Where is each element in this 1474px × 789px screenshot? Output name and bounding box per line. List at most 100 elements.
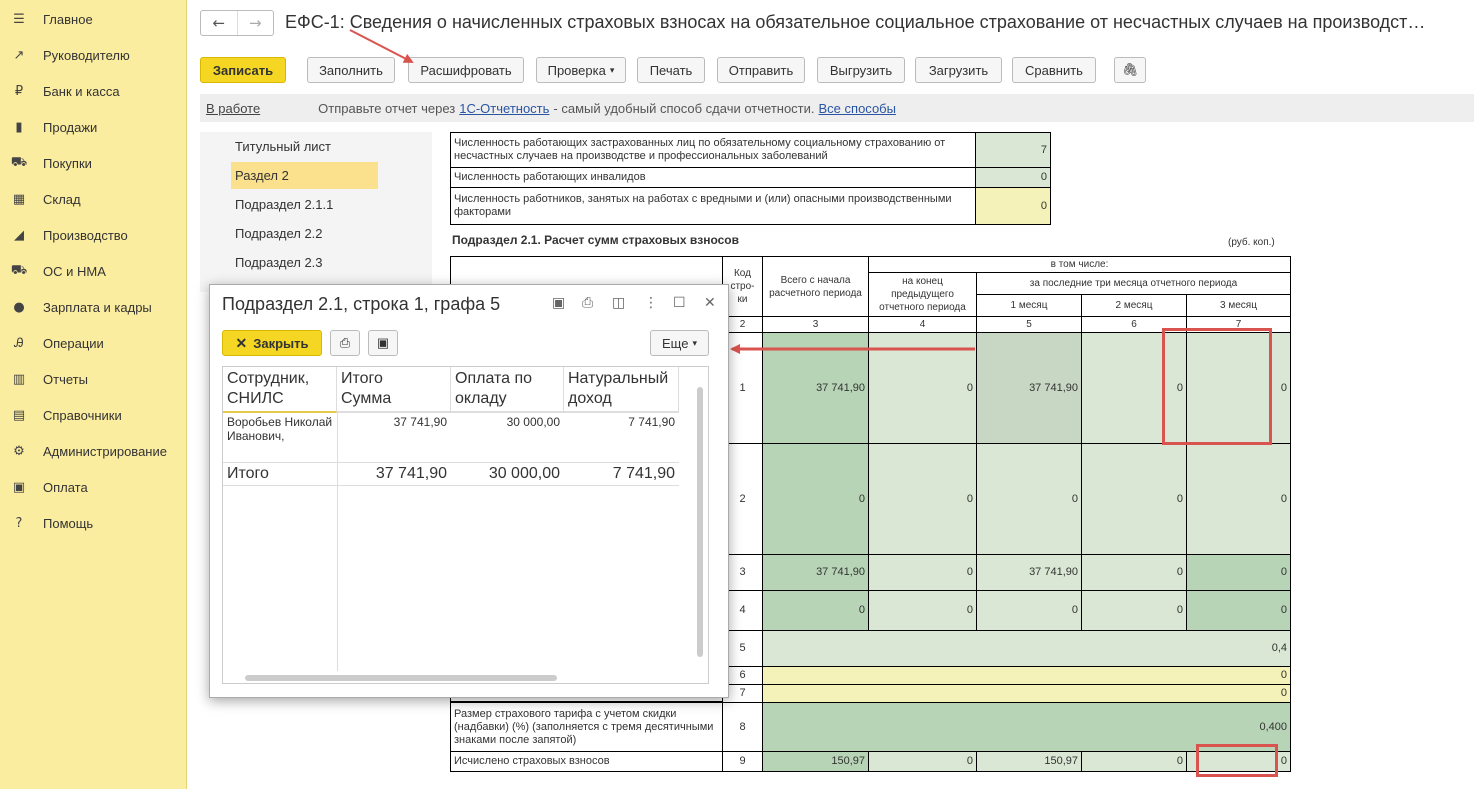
sidebar-item-14[interactable]: ? Помощь — [0, 508, 187, 538]
sidebar-item-1[interactable]: ↗ Руководителю — [0, 40, 187, 70]
row-harmful-value[interactable]: 0 — [975, 187, 1051, 225]
close-button[interactable]: ✕ Закрыть — [222, 330, 322, 356]
row9-prev[interactable]: 0 — [868, 751, 977, 772]
maximize-icon[interactable]: ☐ — [673, 295, 686, 311]
section-item-4[interactable]: Подраздел 2.3 — [231, 249, 378, 276]
grid-cell-salary[interactable]: 30 000,00 — [451, 413, 564, 431]
sidebar-icon: ▦ — [12, 191, 26, 207]
sidebar-item-label: ОС и НМА — [43, 263, 106, 279]
print-button[interactable]: Печать — [637, 57, 705, 83]
grid-cell-total[interactable]: 37 741,90 — [337, 413, 451, 431]
section-item-3[interactable]: Подраздел 2.2 — [231, 220, 378, 247]
preview-icon[interactable]: ◫ — [612, 295, 625, 311]
sidebar-item-13[interactable]: ▣ Оплата — [0, 472, 187, 502]
sidebar-item-7[interactable]: ⛟ ОС и НМА — [0, 256, 187, 286]
grid-cell-natural[interactable]: 7 741,90 — [564, 413, 679, 431]
row4-prev[interactable]: 0 — [868, 590, 977, 631]
header-month-2: 2 месяц — [1081, 294, 1187, 317]
row3-m3[interactable]: 0 — [1186, 554, 1291, 591]
save-icon[interactable]: ▣ — [552, 295, 565, 311]
row6-value[interactable]: 0 — [762, 666, 1291, 685]
sidebar-item-3[interactable]: ▮ Продажи — [0, 112, 187, 142]
vertical-scrollbar[interactable] — [697, 387, 703, 657]
footer-row: Итого 37 741,90 30 000,00 7 741,90 — [223, 462, 679, 486]
back-button[interactable]: ← — [201, 11, 237, 35]
row9-month-1[interactable]: 150,97 — [976, 751, 1082, 772]
print-icon[interactable]: ⎙ — [582, 295, 593, 311]
grid-divider — [337, 413, 338, 671]
all-ways-link[interactable]: Все способы — [819, 101, 896, 116]
row5-value[interactable]: 0,4 — [762, 630, 1291, 667]
row7-value[interactable]: 0 — [762, 684, 1291, 703]
sidebar-item-11[interactable]: ▤ Справочники — [0, 400, 187, 430]
col-total[interactable]: Итого Сумма — [337, 367, 451, 413]
row9-month-2[interactable]: 0 — [1081, 751, 1187, 772]
upload-button[interactable]: Выгрузить — [817, 57, 905, 83]
status-message-2: - самый удобный способ сдачи отчетности. — [553, 100, 815, 116]
sidebar-item-label: Оплата — [43, 479, 88, 495]
col-employee[interactable]: Сотрудник, СНИЛС — [223, 367, 337, 413]
sidebar-item-9[interactable]: Ꭿ Операции — [0, 328, 187, 358]
sidebar-icon: ⛟ — [10, 154, 28, 170]
col-natural[interactable]: Натуральный доход — [564, 367, 679, 413]
1c-reporting-link[interactable]: 1С-Отчетность — [459, 101, 549, 116]
row8-code: 8 — [722, 702, 763, 752]
sidebar-item-label: Главное — [43, 11, 93, 27]
row4-m1[interactable]: 0 — [976, 590, 1082, 631]
section-item-2[interactable]: Подраздел 2.1.1 — [231, 191, 378, 218]
send-button[interactable]: Отправить — [717, 57, 805, 83]
sidebar-item-4[interactable]: ⛟ Покупки — [0, 148, 187, 178]
popup-title: Подраздел 2.1, строка 1, графа 5 — [222, 294, 501, 314]
grid-cell-employee[interactable]: Воробьев Николай Иванович, — [223, 413, 337, 445]
status-state-link[interactable]: В работе — [206, 101, 260, 116]
sidebar-item-12[interactable]: ⚙ Администрирование — [0, 436, 187, 466]
more-vert-icon[interactable]: ⋮ — [644, 295, 658, 311]
sidebar-item-10[interactable]: ▥ Отчеты — [0, 364, 187, 394]
decode-button[interactable]: Расшифровать — [408, 57, 524, 83]
sidebar: ☰ Главное ↗ Руководителю ₽ Банк и касса ▮ Прода… — [0, 0, 187, 789]
save-button-popup[interactable]: ▣ — [368, 330, 398, 356]
row9-total[interactable]: 150,97 — [762, 751, 869, 772]
sidebar-item-5[interactable]: ▦ Склад — [0, 184, 187, 214]
sidebar-icon: ▤ — [12, 407, 26, 423]
fill-button[interactable]: Заполнить — [307, 57, 395, 83]
row3-prev[interactable]: 0 — [868, 554, 977, 591]
row-disabled-value[interactable]: 0 — [975, 167, 1051, 188]
sidebar-item-label: Покупки — [43, 155, 92, 171]
attach-icon[interactable]: 🖇 — [1114, 57, 1146, 83]
row1-prev[interactable]: 0 — [868, 332, 977, 444]
close-x-icon: ✕ — [235, 334, 248, 351]
header-month-1: 1 месяц — [976, 294, 1082, 317]
sidebar-item-6[interactable]: ◢ Производство — [0, 220, 187, 250]
download-button[interactable]: Загрузить — [915, 57, 1002, 83]
row4-m2[interactable]: 0 — [1081, 590, 1187, 631]
row4-m3[interactable]: 0 — [1186, 590, 1291, 631]
sidebar-item-0[interactable]: ☰ Главное — [0, 4, 187, 34]
col-salary[interactable]: Оплата по окладу — [451, 367, 564, 413]
row2-prev[interactable]: 0 — [868, 443, 977, 555]
row4-total[interactable]: 0 — [762, 590, 869, 631]
print-button-popup[interactable]: ⎙ — [330, 330, 360, 356]
row3-m1[interactable]: 37 741,90 — [976, 554, 1082, 591]
horizontal-scrollbar[interactable] — [245, 675, 557, 681]
more-button[interactable]: Еще ▾ — [650, 330, 709, 356]
sidebar-item-8[interactable]: ● Зарплата и кадры — [0, 292, 187, 322]
row1-m1[interactable]: 37 741,90 — [976, 332, 1082, 444]
row2-m2[interactable]: 0 — [1081, 443, 1187, 555]
row3-total[interactable]: 37 741,90 — [762, 554, 869, 591]
sidebar-icon: ▣ — [12, 479, 26, 495]
row1-total[interactable]: 37 741,90 — [762, 332, 869, 444]
section-item-0[interactable]: Титульный лист — [231, 133, 378, 160]
check-button[interactable]: Проверка ▾ — [536, 57, 626, 83]
sidebar-item-2[interactable]: ₽ Банк и касса — [0, 76, 187, 106]
row-insured-value[interactable]: 7 — [975, 132, 1051, 168]
save-button[interactable]: Записать — [200, 57, 286, 83]
row2-m3[interactable]: 0 — [1186, 443, 1291, 555]
row2-m1[interactable]: 0 — [976, 443, 1082, 555]
row2-total[interactable]: 0 — [762, 443, 869, 555]
close-icon[interactable]: ✕ — [704, 295, 716, 311]
compare-button[interactable]: Сравнить — [1012, 57, 1096, 83]
section-item-1[interactable]: Раздел 2 — [231, 162, 378, 189]
forward-button[interactable]: → — [236, 11, 274, 35]
row3-m2[interactable]: 0 — [1081, 554, 1187, 591]
